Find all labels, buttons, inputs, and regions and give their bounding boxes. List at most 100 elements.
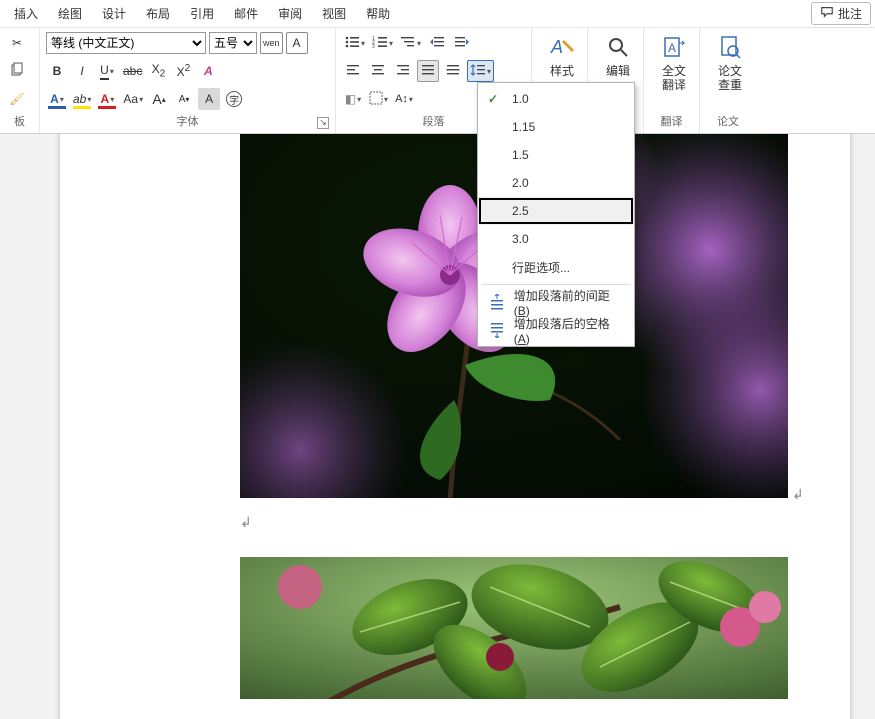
comment-icon [820, 5, 834, 22]
menu-separator [482, 284, 630, 285]
chevron-down-icon: ▾ [361, 39, 365, 48]
line-spacing-options-more[interactable]: 行距选项... [478, 253, 634, 281]
clear-format-button[interactable]: A [197, 60, 219, 82]
menu-references[interactable]: 引用 [180, 1, 224, 26]
format-painter-button[interactable]: 🖌 [6, 88, 28, 110]
font-name-select[interactable]: 等线 (中文正文) [46, 32, 206, 54]
strikethrough-button[interactable]: abc [121, 60, 144, 82]
numbering-icon: 123 [372, 35, 388, 52]
change-case-button[interactable]: Aa▾ [121, 88, 145, 110]
translate-button[interactable]: A 全文 翻译 [650, 30, 698, 94]
subscript-label: X2 [152, 62, 166, 79]
subscript-button[interactable]: X2 [147, 60, 169, 82]
align-right-button[interactable] [392, 60, 414, 82]
chevron-down-icon: ▾ [357, 95, 361, 104]
translate-label: 全文 翻译 [662, 64, 686, 92]
line-spacing-option-1-15[interactable]: 1.15 [478, 113, 634, 141]
shrink-font-label: A [179, 94, 186, 105]
papercheck-button[interactable]: 论文 查重 [706, 30, 754, 94]
phonetic-guide-button[interactable]: wen [260, 32, 283, 54]
line-spacing-icon [470, 63, 486, 80]
chevron-down-icon: ▾ [110, 95, 114, 104]
highlight-button[interactable]: ab▾ [71, 88, 93, 110]
group-font-label: 字体 ↘ [46, 113, 329, 131]
line-spacing-value: 2.5 [512, 204, 529, 218]
menu-view[interactable]: 视图 [312, 1, 356, 26]
document-image-2[interactable] [240, 557, 788, 699]
menu-mailings[interactable]: 邮件 [224, 1, 268, 26]
add-space-before-paragraph[interactable]: 增加段落前的间距(B) [478, 288, 634, 316]
increase-indent-button[interactable] [451, 32, 473, 54]
char-shading-button[interactable]: A [198, 88, 220, 110]
clear-format-icon: A [204, 64, 213, 78]
italic-label: I [80, 64, 83, 78]
document-area[interactable]: ↲ ↲ [0, 134, 875, 719]
grow-font-button[interactable]: A▴ [148, 88, 170, 110]
bullets-button[interactable]: ▾ [342, 32, 367, 54]
shrink-font-button[interactable]: A▾ [173, 88, 195, 110]
styles-label: 样式 [550, 64, 574, 78]
justify-button[interactable] [417, 60, 439, 82]
bold-button[interactable]: B [46, 60, 68, 82]
line-spacing-value: 2.0 [512, 176, 529, 190]
copy-button[interactable] [6, 60, 28, 82]
line-spacing-option-2-0[interactable]: 2.0 [478, 169, 634, 197]
papercheck-label: 论文 查重 [718, 64, 742, 92]
svg-text:A: A [668, 41, 676, 55]
enclose-char-label: 字 [226, 91, 242, 107]
enclose-char-button[interactable]: 字 [223, 88, 245, 110]
superscript-label: X2 [177, 63, 191, 79]
comment-button[interactable]: 批注 [811, 2, 871, 25]
editing-label: 编辑 [606, 64, 630, 78]
add-space-after-paragraph[interactable]: 增加段落后的空格(A) [478, 316, 634, 344]
change-case-label: Aa [123, 92, 138, 106]
font-size-select[interactable]: 五号 [209, 32, 257, 54]
sort-button[interactable]: A↕▾ [393, 88, 415, 110]
chevron-down-icon: ▾ [487, 67, 491, 76]
menu-help[interactable]: 帮助 [356, 1, 400, 26]
menu-design[interactable]: 设计 [92, 1, 136, 26]
group-font: 等线 (中文正文) 五号 wen A B I U▾ abc X2 X2 A [40, 28, 336, 133]
line-spacing-button[interactable]: ▾ [467, 60, 494, 82]
italic-button[interactable]: I [71, 60, 93, 82]
menu-layout[interactable]: 布局 [136, 1, 180, 26]
group-translate: A 全文 翻译 翻译 [644, 28, 700, 133]
line-spacing-menu: ✓ 1.0 1.15 1.5 2.0 2.5 3.0 行距选项... 增加段落前… [477, 82, 635, 347]
strike-label: abc [123, 64, 142, 78]
cut-button[interactable]: ✂ [6, 32, 28, 54]
underline-button[interactable]: U▾ [96, 60, 118, 82]
borders-button[interactable]: ▾ [367, 88, 390, 110]
papercheck-icon [717, 34, 743, 60]
menu-bar: 插入 绘图 设计 布局 引用 邮件 审阅 视图 帮助 批注 [0, 0, 875, 28]
superscript-button[interactable]: X2 [172, 60, 194, 82]
multilevel-icon [400, 35, 416, 52]
outdent-icon [429, 35, 445, 52]
shading-button[interactable]: ◧▾ [342, 88, 364, 110]
line-spacing-option-3-0[interactable]: 3.0 [478, 225, 634, 253]
line-spacing-option-1-5[interactable]: 1.5 [478, 141, 634, 169]
line-spacing-option-1-0[interactable]: ✓ 1.0 [478, 85, 634, 113]
svg-text:3: 3 [372, 44, 375, 49]
align-center-button[interactable] [367, 60, 389, 82]
chevron-down-icon: ▾ [409, 95, 413, 104]
character-border-button[interactable]: A [286, 32, 308, 54]
menu-draw[interactable]: 绘图 [48, 1, 92, 26]
chevron-down-icon: ▾ [60, 95, 64, 104]
menu-insert[interactable]: 插入 [4, 1, 48, 26]
font-dialog-launcher[interactable]: ↘ [317, 117, 329, 129]
numbering-button[interactable]: 123▾ [370, 32, 395, 54]
text-effects-button[interactable]: A▾ [46, 88, 68, 110]
chevron-down-icon: ▾ [87, 95, 91, 104]
line-spacing-value: 3.0 [512, 232, 529, 246]
font-color-button[interactable]: A▾ [96, 88, 118, 110]
align-left-button[interactable] [342, 60, 364, 82]
indent-icon [454, 35, 470, 52]
add-space-after-label: 增加段落后的空格(A) [514, 315, 624, 346]
justify-icon [421, 63, 435, 80]
menu-review[interactable]: 审阅 [268, 1, 312, 26]
decrease-indent-button[interactable] [426, 32, 448, 54]
line-end-marker: ↲ [792, 486, 804, 503]
distributed-button[interactable] [442, 60, 464, 82]
line-spacing-option-2-5[interactable]: 2.5 [478, 197, 634, 225]
multilevel-list-button[interactable]: ▾ [398, 32, 423, 54]
